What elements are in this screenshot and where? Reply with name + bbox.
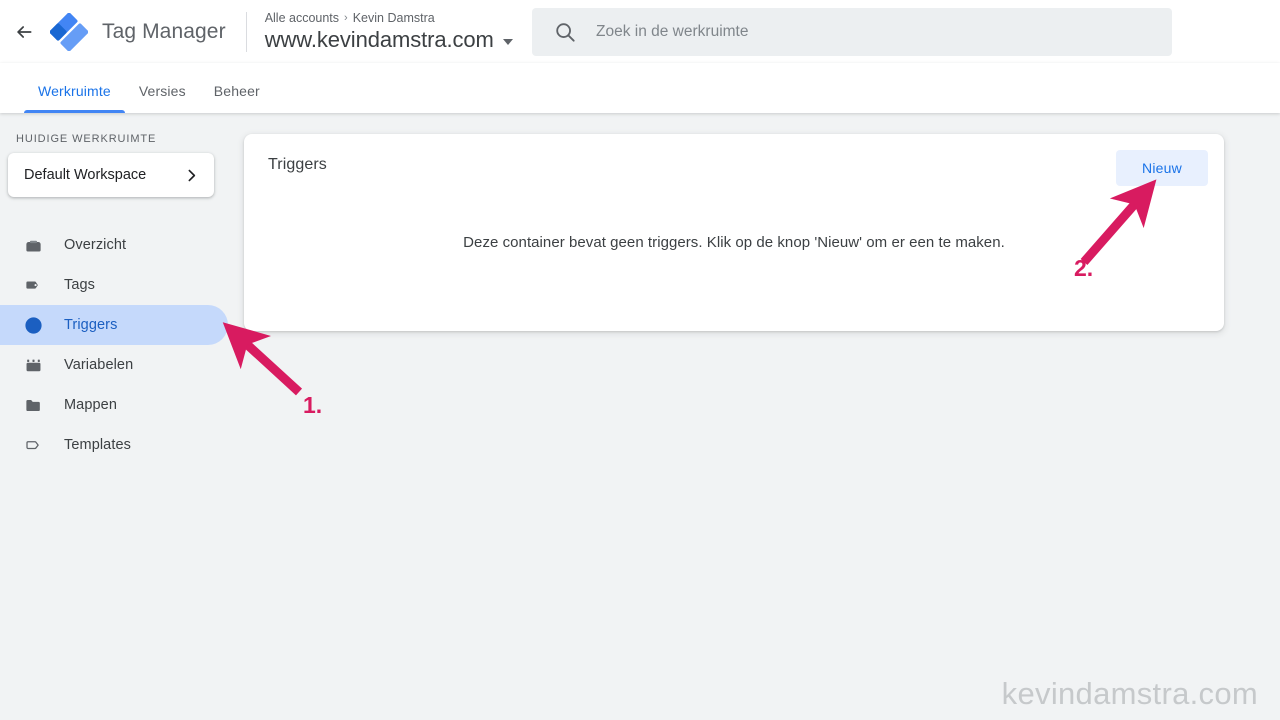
sidebar-item-overzicht-label: Overzicht [64, 237, 127, 253]
breadcrumb-current-account[interactable]: Kevin Damstra [353, 10, 435, 26]
sidebar-nav-list: Overzicht Tags Triggers Variabelen Mappe… [0, 225, 228, 465]
new-trigger-button[interactable]: Nieuw [1116, 150, 1208, 186]
workspace-search-bar[interactable] [532, 8, 1172, 56]
sidebar-item-mappen[interactable]: Mappen [0, 385, 228, 425]
sidebar-item-templates-label: Templates [64, 437, 131, 453]
tag-icon [22, 274, 44, 296]
chevron-right-icon [183, 167, 200, 184]
tab-beheer-label: Beheer [213, 83, 260, 99]
tab-versies-label: Versies [138, 83, 186, 99]
triggers-card: Triggers Nieuw Deze container bevat geen… [244, 134, 1224, 331]
google-tag-manager-logo [50, 12, 88, 51]
sidebar-item-overzicht[interactable]: Overzicht [0, 225, 228, 265]
page-title: Triggers [268, 156, 327, 173]
sidebar-item-variabelen-label: Variabelen [64, 357, 134, 373]
workspace-name: Default Workspace [24, 167, 147, 183]
sidebar-item-variabelen[interactable]: Variabelen [0, 345, 228, 385]
site-watermark: kevindamstra.com [1001, 676, 1258, 711]
search-icon [554, 21, 576, 43]
tab-werkruimte[interactable]: Werkruimte [24, 83, 125, 113]
tag-manager-app: Tag Manager Alle accounts › Kevin Damstr… [0, 0, 1280, 720]
product-title: Tag Manager [102, 19, 226, 43]
left-sidebar: HUIDIGE WERKRUIMTE Default Workspace Ove… [0, 113, 228, 720]
breadcrumb-separator-icon: › [344, 12, 348, 24]
template-tag-icon [22, 434, 44, 456]
sidebar-item-triggers[interactable]: Triggers [0, 305, 228, 345]
arrow-back-icon [14, 22, 34, 42]
caret-down-icon [502, 39, 513, 45]
container-name: www.kevindamstra.com [264, 27, 494, 52]
variables-icon [22, 354, 44, 376]
main-content-area: Triggers Nieuw Deze container bevat geen… [228, 113, 1280, 720]
brand-block[interactable]: Tag Manager [50, 12, 226, 51]
folder-icon [22, 394, 44, 416]
workspace-selector-card[interactable]: Default Workspace [8, 153, 214, 197]
tab-versies[interactable]: Versies [125, 83, 200, 113]
account-container-block: Alle accounts › Kevin Damstra www.kevind… [265, 10, 535, 53]
sidebar-item-mappen-label: Mappen [64, 397, 117, 413]
overview-icon [22, 234, 44, 256]
primary-tab-bar: Werkruimte Versies Beheer [0, 63, 1280, 113]
sidebar-item-templates[interactable]: Templates [0, 425, 228, 465]
empty-state-message: Deze container bevat geen triggers. Klik… [463, 234, 1005, 251]
current-workspace-label: HUIDIGE WERKRUIMTE [16, 133, 157, 145]
back-button[interactable] [0, 8, 48, 56]
sidebar-item-tags[interactable]: Tags [0, 265, 228, 305]
breadcrumb-all-accounts[interactable]: Alle accounts [265, 10, 339, 26]
sidebar-item-tags-label: Tags [64, 277, 96, 293]
container-selector[interactable]: www.kevindamstra.com [265, 27, 535, 53]
trigger-icon [22, 314, 44, 336]
breadcrumb: Alle accounts › Kevin Damstra [265, 10, 535, 26]
tab-werkruimte-label: Werkruimte [38, 83, 111, 99]
tab-beheer[interactable]: Beheer [200, 83, 274, 113]
header-divider [245, 11, 247, 52]
sidebar-item-triggers-label: Triggers [64, 317, 118, 333]
search-input[interactable] [596, 23, 1156, 41]
top-app-bar: Tag Manager Alle accounts › Kevin Damstr… [0, 0, 1280, 63]
